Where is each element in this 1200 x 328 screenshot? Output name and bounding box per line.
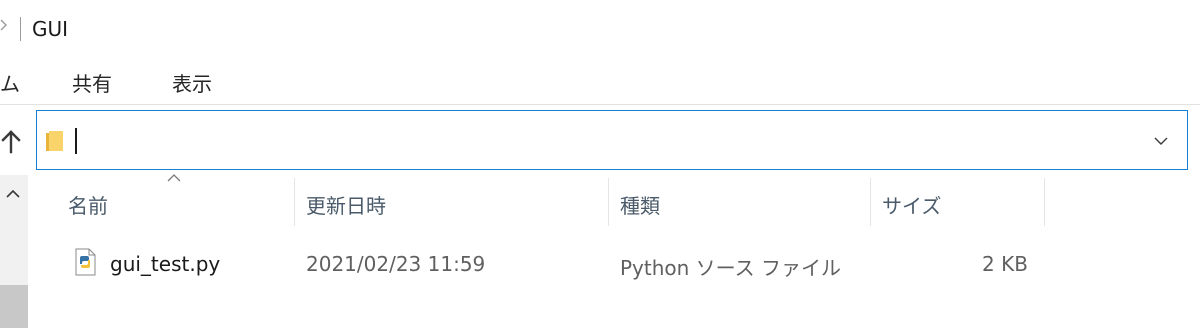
ribbon-divider: [0, 104, 1200, 105]
python-file-icon: [75, 248, 96, 276]
up-arrow-icon[interactable]: [0, 129, 22, 155]
tab-share[interactable]: 共有: [72, 68, 112, 97]
scroll-up-icon[interactable]: [5, 188, 21, 200]
address-input-caret: [75, 128, 77, 154]
column-separator[interactable]: [294, 178, 295, 226]
column-separator[interactable]: [608, 178, 609, 226]
file-name[interactable]: gui_test.py: [110, 252, 220, 276]
file-size: 2 KB: [982, 252, 1028, 276]
folder-icon: [46, 131, 63, 151]
window-title: GUI: [32, 17, 69, 41]
title-bar: GUI: [0, 0, 1200, 58]
title-divider: [20, 17, 21, 41]
column-header-size[interactable]: サイズ: [882, 190, 941, 219]
ribbon-tabs: ム 共有 表示: [0, 58, 1200, 104]
file-modified: 2021/02/23 11:59: [306, 252, 486, 276]
tab-view[interactable]: 表示: [172, 68, 212, 97]
scrollbar-thumb[interactable]: [0, 285, 28, 328]
column-header-name[interactable]: 名前: [68, 190, 108, 219]
chevron-right-icon: [0, 19, 7, 31]
column-separator[interactable]: [1044, 178, 1045, 226]
column-header-modified[interactable]: 更新日時: [306, 190, 386, 219]
sort-ascending-icon: [167, 174, 181, 182]
column-separator[interactable]: [870, 178, 871, 226]
chevron-down-icon[interactable]: [1153, 131, 1169, 151]
tab-home[interactable]: ム: [0, 68, 20, 97]
address-bar[interactable]: [36, 110, 1188, 170]
file-type: Python ソース ファイル: [620, 256, 842, 280]
column-header-type[interactable]: 種類: [620, 190, 660, 219]
